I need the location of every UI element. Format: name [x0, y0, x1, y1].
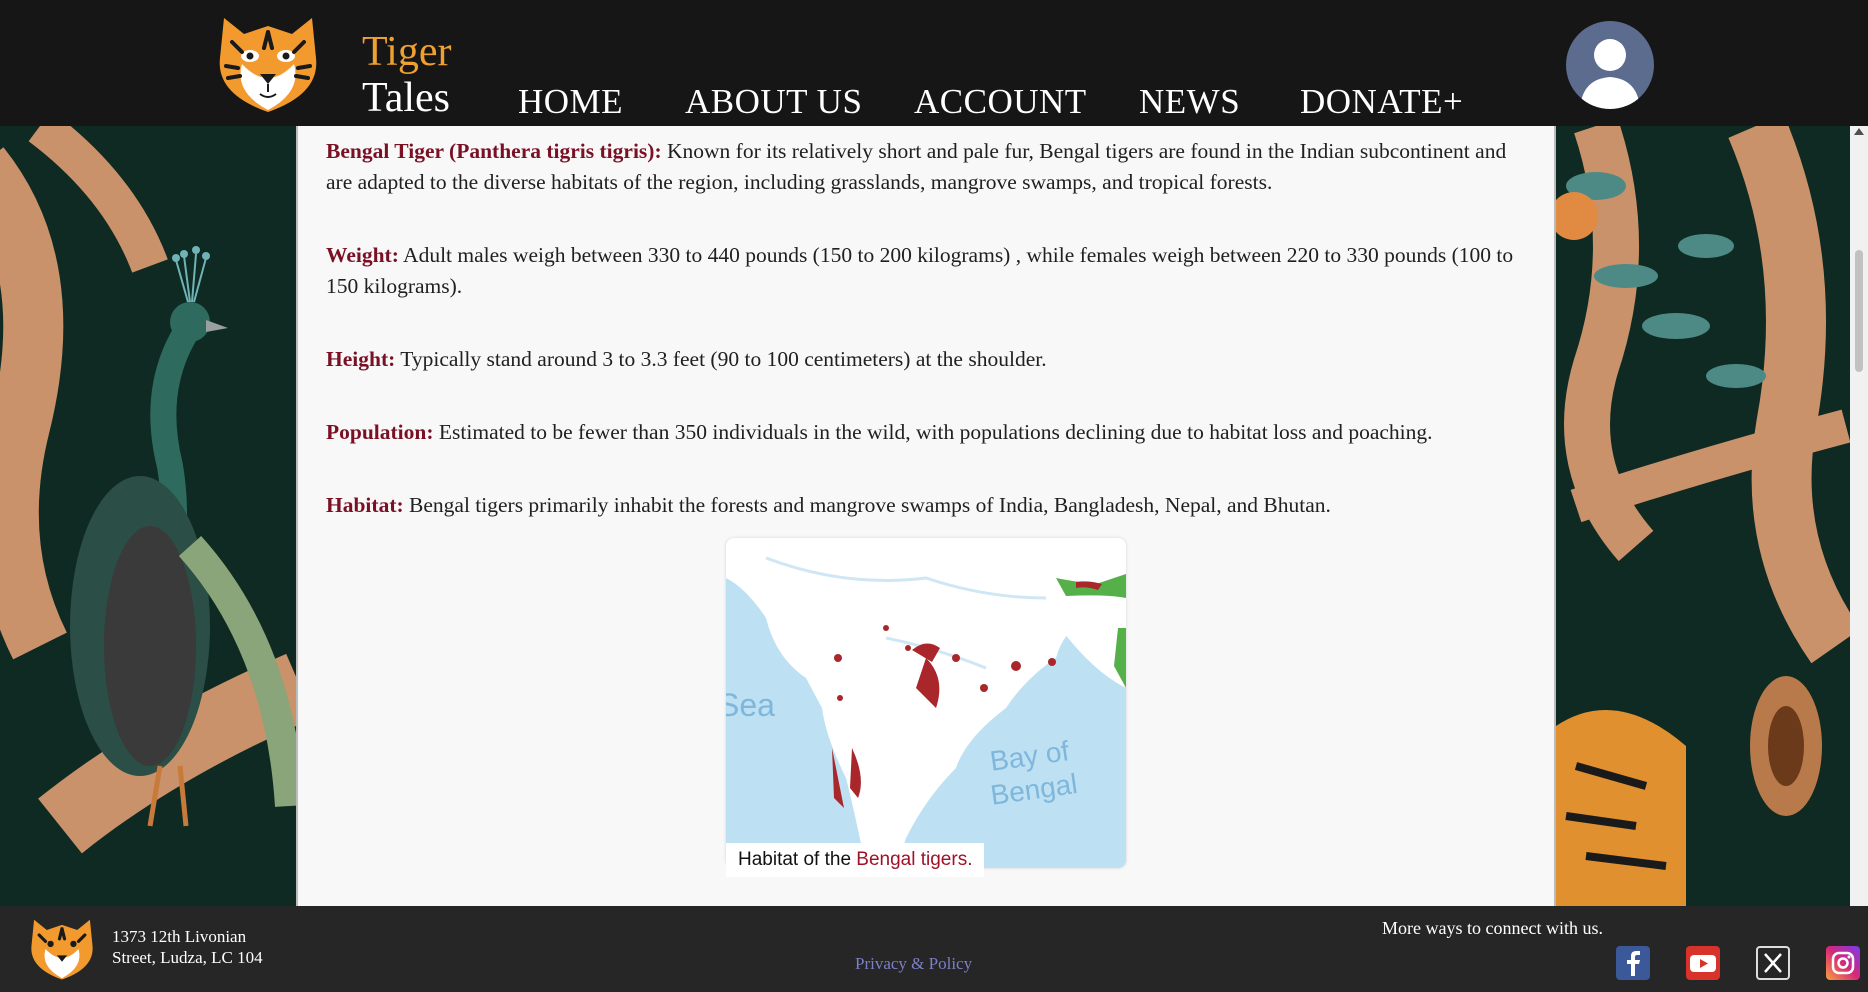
nav-news[interactable]: NEWS [1139, 82, 1240, 122]
user-avatar[interactable] [1566, 21, 1654, 109]
caption-link-bengal-tigers[interactable]: Bengal tigers. [856, 849, 972, 870]
habitat-map-image[interactable]: Sea Bay of Bengal [726, 538, 1126, 868]
nav-donate[interactable]: DONATE+ [1300, 82, 1463, 122]
height-text: Typically stand around 3 to 3.3 feet (90… [395, 347, 1047, 371]
right-decorative-art [1556, 126, 1850, 906]
address-line2: Street, Ludza, LC 104 [112, 948, 263, 967]
footer-address: 1373 12th Livonian Street, Ludza, LC 104 [112, 926, 263, 968]
instagram-icon[interactable] [1826, 946, 1860, 980]
paragraph-weight: Weight: Adult males weigh between 330 to… [326, 240, 1536, 302]
brand-title-line1: Tiger [362, 29, 452, 75]
weight-label: Weight: [326, 243, 399, 267]
population-label: Population: [326, 420, 434, 444]
weight-text: Adult males weigh between 330 to 440 pou… [326, 243, 1514, 298]
scrollbar-thumb[interactable] [1855, 250, 1863, 372]
facebook-icon[interactable] [1616, 946, 1650, 980]
habitat-label: Habitat: [326, 493, 404, 517]
connect-heading: More ways to connect with us. [1382, 918, 1603, 938]
nav-account[interactable]: ACCOUNT [914, 82, 1087, 122]
habitat-text: Bengal tigers primarily inhabit the fore… [403, 493, 1331, 517]
site-header: Tiger Tales HOME ABOUT US ACCOUNT NEWS D… [0, 0, 1868, 126]
tiger-logo-icon[interactable] [212, 12, 324, 116]
scroll-up-arrow-icon[interactable] [1854, 128, 1864, 135]
map-label-sea: Sea [726, 687, 775, 723]
paragraph-height: Height: Typically stand around 3 to 3.3 … [326, 344, 1536, 375]
brand-title-line2: Tales [362, 75, 451, 121]
bengal-tiger-label: Bengal Tiger (Panthera tigris tigris): [326, 139, 662, 163]
caption-prefix: Habitat of the [738, 849, 857, 870]
map-caption: Habitat of the Bengal tigers. [726, 843, 985, 877]
nav-about-us[interactable]: ABOUT US [685, 82, 862, 122]
paragraph-population: Population: Estimated to be fewer than 3… [326, 417, 1536, 448]
youtube-icon[interactable] [1686, 946, 1720, 980]
site-footer: 1373 12th Livonian Street, Ludza, LC 104… [0, 906, 1868, 992]
nav-home[interactable]: HOME [518, 82, 623, 122]
page-scrollbar[interactable] [1850, 126, 1868, 906]
height-label: Height: [326, 347, 396, 371]
left-decorative-art [0, 126, 296, 906]
paragraph-habitat: Habitat: Bengal tigers primarily inhabit… [326, 490, 1536, 521]
user-silhouette-icon [1580, 39, 1640, 109]
main-content: Bengal Tiger (Panthera tigris tigris): K… [296, 126, 1556, 906]
privacy-policy-link[interactable]: Privacy & Policy [855, 954, 972, 974]
population-text: Estimated to be fewer than 350 individua… [433, 420, 1433, 444]
address-line1: 1373 12th Livonian [112, 927, 247, 946]
paragraph-bengal-tiger: Bengal Tiger (Panthera tigris tigris): K… [326, 136, 1536, 198]
x-icon[interactable] [1756, 946, 1790, 980]
footer-tiger-logo-icon[interactable] [26, 916, 98, 982]
